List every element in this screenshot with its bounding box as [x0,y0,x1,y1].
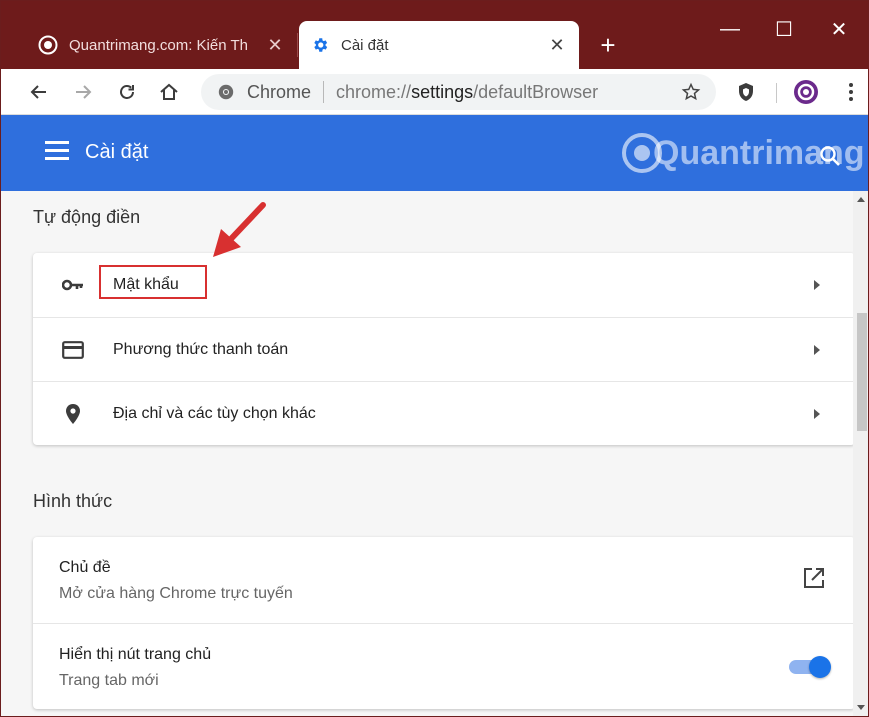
gear-icon [309,34,331,56]
section-title-autofill: Tự động điền [33,207,141,227]
search-icon[interactable] [819,145,843,169]
close-window-button[interactable]: ✕ [816,11,862,47]
arrow-right-icon [811,408,823,420]
row-label: Địa chỉ và các tùy chọn khác [113,404,316,422]
url-host: settings [411,81,474,102]
more-vertical-icon[interactable] [837,78,865,106]
toolbar-divider [776,83,777,103]
list-item-addresses[interactable]: Địa chỉ và các tùy chọn khác [33,381,853,445]
list-item-passwords[interactable]: Mật khẩu [33,253,853,317]
key-icon [61,273,85,297]
tab-quantrimang[interactable]: Quantrimang.com: Kiến Th ✕ [27,21,297,69]
minimize-button[interactable]: — [707,11,753,47]
omnibox-divider [323,81,325,103]
profile-avatar[interactable] [792,78,820,106]
arrow-right-icon [811,344,823,356]
arrow-left-icon [30,85,46,99]
new-tab-button[interactable]: + [593,31,623,61]
toggle-knob [809,656,831,678]
url-text: chrome://settings/defaultBrowser [336,82,598,103]
list-item-show-home-button[interactable]: Hiển thị nút trang chủ Trang tab mới [33,623,853,709]
bookmark-star-icon[interactable] [678,79,704,105]
row-secondary-text: Mở cửa hàng Chrome trực tuyến [59,585,293,602]
tab-title: Cài đặt [341,36,389,54]
row-label: Phương thức thanh toán [113,340,289,358]
autofill-card: Mật khẩu Phương thức thanh toán Địa chỉ … [33,253,853,445]
forward-button[interactable] [67,76,99,108]
tab-title: Quantrimang.com: Kiến Th [69,36,248,54]
row-primary-text: Hiển thị nút trang chủ [59,646,212,663]
shield-extension-icon[interactable] [732,78,760,106]
reload-icon [120,85,134,99]
quantrimang-logo-icon [37,34,59,56]
browser-window: Quantrimang.com: Kiến Th ✕ Cài đặt ✕ + —… [0,0,869,717]
settings-content: Tự động điền Mật khẩu Phương thức thanh … [1,191,853,716]
scroll-down-arrow-icon[interactable] [857,705,865,710]
annotation-highlight-box [99,265,207,299]
tab-separator [297,33,298,57]
list-item-payment-methods[interactable]: Phương thức thanh toán [33,317,853,381]
tab-close-icon[interactable]: ✕ [545,33,569,57]
scroll-up-arrow-icon[interactable] [857,197,865,202]
url-path: /defaultBrowser [473,81,599,102]
settings-header: Cài đặt Quantrimang [1,115,868,191]
row-secondary-text: Trang tab mới [59,672,159,689]
appearance-card: Chủ đề Mở cửa hàng Chrome trực tuyến Hiể… [33,537,853,709]
tab-strip: Quantrimang.com: Kiến Th ✕ Cài đặt ✕ + —… [1,1,868,69]
origin-chip: Chrome [247,81,312,102]
tab-settings[interactable]: Cài đặt ✕ [299,21,579,69]
credit-card-icon [61,338,85,362]
arrow-right-icon [76,85,92,99]
arrow-right-icon [811,279,823,291]
url-scheme: chrome:// [336,81,412,102]
tab-close-icon[interactable]: ✕ [263,33,287,57]
menu-icon[interactable] [45,141,69,163]
scrollbar-thumb[interactable] [857,313,867,431]
list-item-theme[interactable]: Chủ đề Mở cửa hàng Chrome trực tuyến [33,537,853,623]
back-button[interactable] [23,76,55,108]
scrollbar[interactable] [853,191,868,716]
section-title-appearance: Hình thức [33,491,113,511]
home-icon [160,83,178,100]
open-external-icon[interactable] [803,567,829,593]
reload-button[interactable] [111,76,143,108]
location-pin-icon [61,402,85,426]
browser-toolbar: Chrome chrome://settings/defaultBrowser [1,69,868,115]
maximize-button[interactable]: ☐ [761,11,807,47]
row-primary-text: Chủ đề [59,559,111,576]
page-title: Cài đặt [85,141,149,163]
home-button-toggle[interactable] [789,656,831,678]
annotation-arrow [213,202,266,257]
home-button[interactable] [153,76,185,108]
address-bar[interactable]: Chrome chrome://settings/defaultBrowser [201,74,716,110]
chrome-logo-icon [215,81,237,103]
